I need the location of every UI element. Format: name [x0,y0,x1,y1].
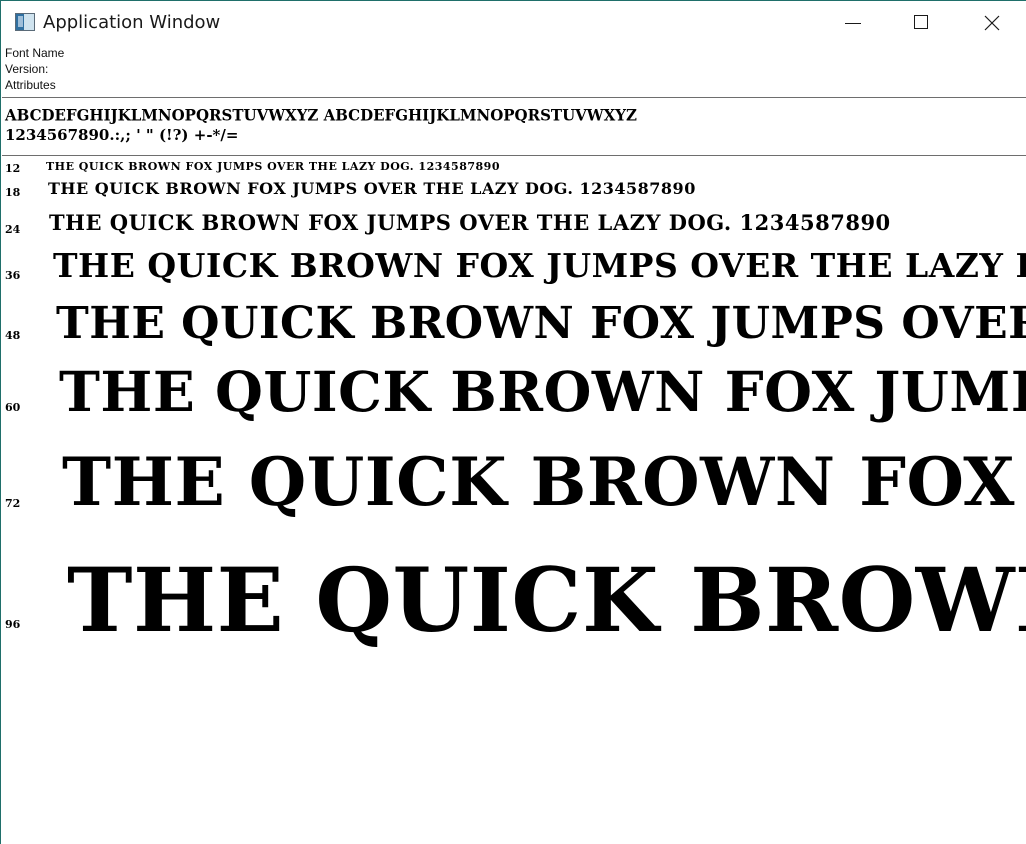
size-label: 18 [5,186,21,199]
sample-row-48: 48 THE QUICK BROWN FOX JUMPS OVER THE LA… [1,297,1026,353]
window-title: Application Window [43,12,221,33]
sample-row-36: 36 THE QUICK BROWN FOX JUMPS OVER THE LA… [1,245,1026,289]
sample-text: THE QUICK BROWN FOX JUMPS OVER THE LAZY … [53,246,1026,285]
version-label: Version: [5,62,49,76]
sample-text: THE QUICK BROWN FOX JUMPS OVER THE LAZY … [48,179,696,198]
minimize-button[interactable] [830,1,876,45]
sample-text: THE QUICK BROWN FOX JUMPS OVER THE LAZY … [56,298,1026,349]
size-label: 96 [5,618,21,631]
sample-row-60: 60 THE QUICK BROWN FOX JUMPS OVER THE LA… [1,359,1026,425]
size-label: 24 [5,223,21,236]
divider-top [2,97,1026,98]
sample-text: THE QUICK BROWN FOX JUMPS OVER THE LAZY … [49,210,891,235]
sample-row-24: 24 THE QUICK BROWN FOX JUMPS OVER THE LA… [1,208,1026,238]
application-icon [15,13,35,31]
size-label: 72 [5,497,21,510]
attributes-label: Attributes [5,78,56,92]
close-button[interactable] [968,1,1014,45]
size-label: 36 [5,269,21,282]
sample-text: THE QUICK BROWN FOX JUMPS OVER THE LAZY … [46,160,500,173]
sample-row-72: 72 THE QUICK BROWN FOX JUMPS OVER THE LA… [1,443,1026,523]
size-label: 48 [5,329,21,342]
size-label: 12 [5,162,21,175]
application-window: Application Window Font Name Version: At… [0,0,1026,844]
character-set-letters: ABCDEFGHIJKLMNOPQRSTUVWXYZ ABCDEFGHIJKLM… [5,106,637,125]
font-info-panel: Font Name Version: Attributes [5,45,64,93]
sample-row-12: 12 THE QUICK BROWN FOX JUMPS OVER THE LA… [1,159,1026,177]
maximize-button[interactable] [898,1,944,45]
sample-text: THE QUICK BROWN FOX JUMPS OVER THE LAZY … [67,548,1026,648]
font-name-label: Font Name [5,46,65,60]
size-label: 60 [5,401,21,414]
character-set-symbols: 1234567890.:,; ' " (!?) +-*/= [5,126,239,144]
sample-text: THE QUICK BROWN FOX JUMPS OVER THE LAZY … [59,359,1026,424]
divider-bottom [2,155,1026,156]
sample-row-96: 96 THE QUICK BROWN FOX JUMPS OVER THE LA… [1,548,1026,648]
close-icon [984,15,1000,31]
sample-text: THE QUICK BROWN FOX JUMPS OVER THE LAZY … [62,443,1026,521]
sample-row-18: 18 THE QUICK BROWN FOX JUMPS OVER THE LA… [1,179,1026,203]
title-bar[interactable]: Application Window [1,1,1026,45]
